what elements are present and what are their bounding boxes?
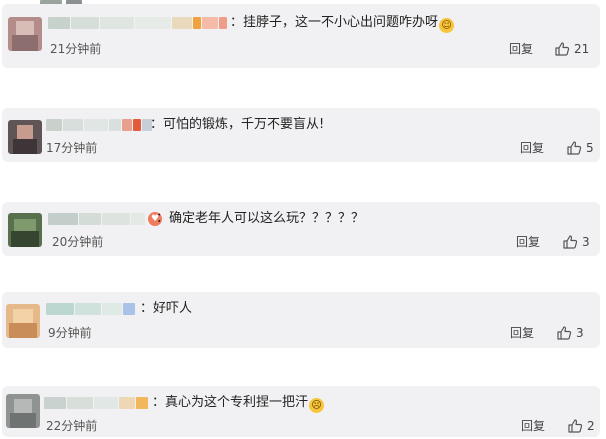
- avatar[interactable]: [8, 17, 42, 51]
- comment-time: 22分钟前: [46, 419, 98, 433]
- thumbs-up-icon: [568, 419, 583, 433]
- thumbs-up-icon: [563, 235, 578, 249]
- avatar[interactable]: [8, 120, 42, 154]
- comment-time: 17分钟前: [46, 141, 98, 155]
- like-button[interactable]: 3: [556, 324, 584, 342]
- thumbs-up-icon: [557, 326, 572, 340]
- reply-button[interactable]: 回复: [521, 418, 545, 434]
- comment-card: ：真心为这个专利捏一把汗 ☹ 22分钟前 回复 2: [2, 386, 600, 437]
- avatar[interactable]: [6, 394, 40, 428]
- username-blurred[interactable]: [46, 302, 136, 316]
- reply-button[interactable]: 回复: [520, 140, 544, 156]
- comment-time: 21分钟前: [50, 42, 102, 56]
- reply-button[interactable]: 回复: [509, 41, 533, 57]
- thumbs-up-icon: [555, 42, 570, 56]
- comment-card: ：挂脖子，这一不小心出问题咋办呀 ☺ 21分钟前 回复 21: [2, 4, 600, 68]
- like-count: 5: [586, 141, 594, 155]
- like-button[interactable]: 3: [562, 233, 590, 251]
- like-button[interactable]: 5: [566, 139, 594, 157]
- username-blurred[interactable]: [48, 16, 228, 30]
- avatar[interactable]: [8, 213, 42, 247]
- like-count: 2: [587, 419, 595, 433]
- comment-card: ♥ ：确定老年人可以这么玩？？？？？ 20分钟前 回复 3: [2, 202, 600, 256]
- sweat-emoji-icon: ☹: [309, 398, 325, 413]
- comment-text: ：确定老年人可以这么玩？？？？？: [156, 211, 365, 226]
- comment-text: ：真心为这个专利捏一把汗 ☹: [152, 394, 325, 413]
- like-button[interactable]: 2: [567, 417, 595, 435]
- comment-time: 9分钟前: [48, 326, 92, 340]
- comment-text: ：好吓人: [140, 301, 193, 316]
- like-count: 21: [574, 42, 590, 56]
- comment-text: ：可怕的锻炼，千万不要盲从!: [150, 117, 325, 132]
- comment-text: ：挂脖子，这一不小心出问题咋办呀 ☺: [230, 14, 455, 33]
- thumbs-up-icon: [567, 141, 582, 155]
- username-blurred[interactable]: ♥: [48, 212, 162, 226]
- comment-card: ：好吓人 9分钟前 回复 3: [2, 292, 600, 348]
- avatar[interactable]: [6, 304, 40, 338]
- comment-time: 20分钟前: [52, 235, 104, 249]
- like-count: 3: [582, 235, 590, 249]
- like-count: 3: [576, 326, 584, 340]
- comment-card: ：可怕的锻炼，千万不要盲从! 17分钟前 回复 5: [2, 108, 600, 162]
- like-button[interactable]: 21: [554, 40, 589, 58]
- username-blurred[interactable]: [46, 118, 153, 132]
- username-blurred[interactable]: [44, 396, 149, 410]
- reply-button[interactable]: 回复: [516, 234, 540, 250]
- sweat-smile-emoji-icon: ☺: [439, 18, 455, 33]
- reply-button[interactable]: 回复: [510, 325, 534, 341]
